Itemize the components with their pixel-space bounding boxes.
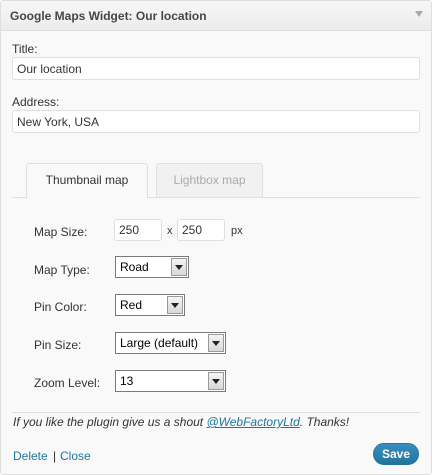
save-button[interactable]: Save <box>373 443 419 465</box>
zoom-level-value: 13 <box>120 374 134 388</box>
chevron-down-icon <box>212 341 220 346</box>
widget-panel: Google Maps Widget: Our location Title: … <box>0 0 432 475</box>
zoom-level-label: Zoom Level: <box>34 376 101 390</box>
footnote-prefix: If you like the plugin give us a shout <box>13 415 207 429</box>
widget-title-main: Google Maps Widget: <box>10 9 133 23</box>
map-width-input[interactable]: 250 <box>114 219 162 241</box>
map-type-value: Road <box>120 260 149 274</box>
pin-color-value: Red <box>120 298 143 312</box>
pin-size-value: Large (default) <box>120 336 199 350</box>
chevron-down-icon <box>171 303 179 308</box>
footer-divider <box>12 412 420 413</box>
pin-color-label: Pin Color: <box>34 300 87 314</box>
pin-color-select[interactable]: Red <box>115 294 185 316</box>
footnote-suffix: . Thanks! <box>299 415 350 429</box>
pin-size-select[interactable]: Large (default) <box>115 332 226 354</box>
widget-title-sub: Our location <box>135 9 207 23</box>
title-label: Title: <box>12 42 38 56</box>
title-input[interactable] <box>12 57 420 80</box>
widget-title: Google Maps Widget: Our location <box>10 9 207 23</box>
chevron-down-icon <box>212 379 220 384</box>
map-height-input[interactable]: 250 <box>177 219 225 241</box>
pin-size-dropdown-button[interactable] <box>208 334 224 352</box>
zoom-level-select[interactable]: 13 <box>115 370 226 392</box>
map-size-separator: x <box>167 225 173 237</box>
map-type-label: Map Type: <box>34 263 90 277</box>
webfactory-link[interactable]: @WebFactoryLtd <box>206 415 299 429</box>
tab-lightbox-map[interactable]: Lightbox map <box>156 163 263 197</box>
footer-separator: | <box>53 449 57 463</box>
address-input[interactable] <box>12 110 420 133</box>
address-label: Address: <box>12 95 60 109</box>
map-type-dropdown-button[interactable] <box>171 258 187 276</box>
tab-thumbnail-map[interactable]: Thumbnail map <box>26 163 148 198</box>
chevron-down-icon <box>175 265 183 270</box>
pin-size-label: Pin Size: <box>34 338 82 352</box>
collapse-arrow-icon[interactable] <box>415 11 423 17</box>
map-size-unit: px <box>231 225 243 237</box>
map-type-select[interactable]: Road <box>115 256 189 278</box>
pin-color-dropdown-button[interactable] <box>167 296 183 314</box>
close-link[interactable]: Close <box>60 449 91 463</box>
map-size-label: Map Size: <box>34 225 88 239</box>
widget-header[interactable]: Google Maps Widget: Our location <box>1 1 431 31</box>
zoom-level-dropdown-button[interactable] <box>208 372 224 390</box>
plugin-footnote: If you like the plugin give us a shout @… <box>13 415 349 429</box>
delete-link[interactable]: Delete <box>13 449 48 463</box>
